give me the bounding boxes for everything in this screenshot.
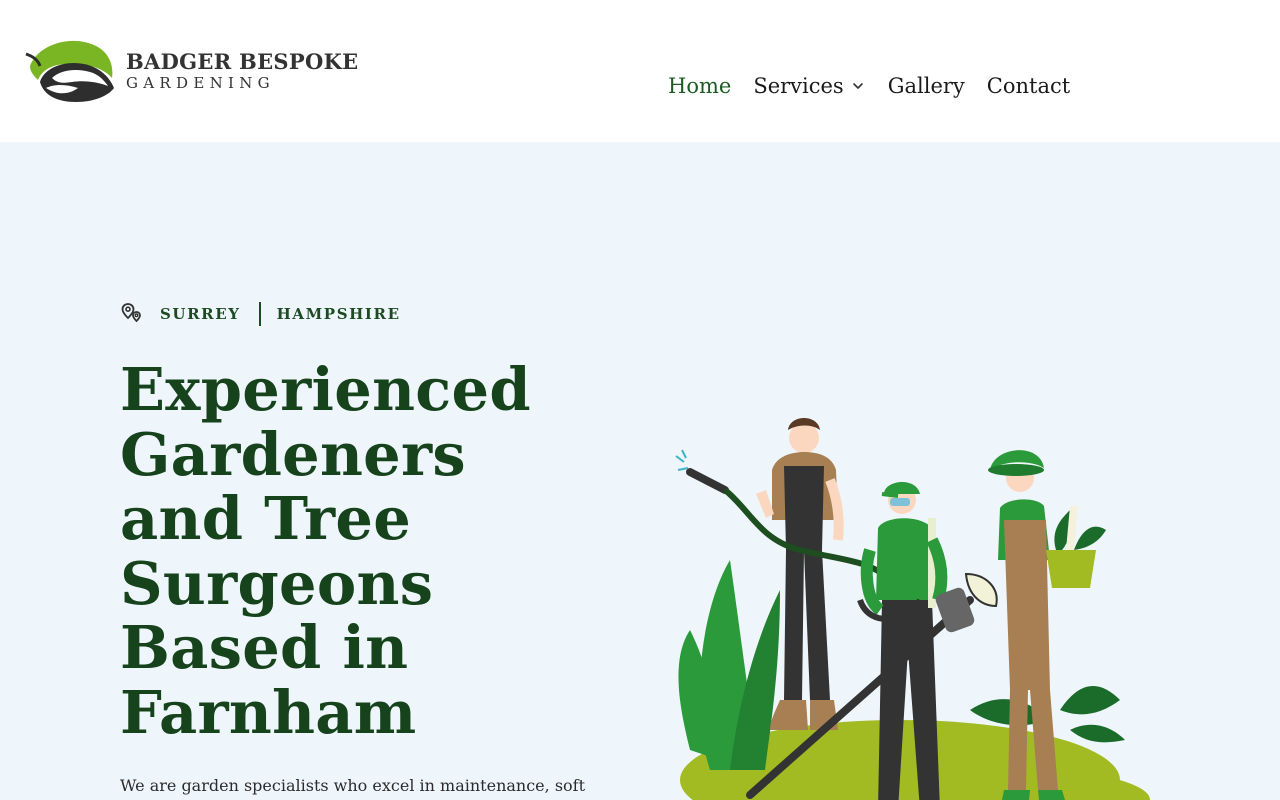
gardeners-illustration [675, 418, 1150, 800]
headline-line-3: and Tree [120, 484, 412, 553]
brand-name: BADGER BESPOKE [126, 49, 359, 74]
chevron-down-icon [852, 83, 863, 89]
hero-headline: Experienced Gardeners and Tree Surgeons … [120, 355, 640, 747]
hero-intro: We are garden specialists who excel in m… [120, 776, 586, 795]
location-surrey: SURREY [160, 305, 241, 323]
nav-gallery-label: Gallery [887, 74, 965, 98]
service-locations: SURREY HAMPSHIRE [120, 300, 401, 328]
site-logo[interactable]: BADGER BESPOKE GARDENING [24, 38, 358, 108]
nav-services[interactable]: Services [753, 74, 865, 98]
headline-line-1: Experienced [120, 355, 531, 424]
nav-gallery[interactable]: Gallery [888, 74, 965, 98]
brand-tagline: GARDENING [126, 74, 275, 92]
headline-line-6: Farnham [120, 677, 417, 747]
location-hampshire: HAMPSHIRE [276, 305, 401, 323]
nav-home-label: Home [668, 74, 732, 98]
main-nav: Home Services Gallery Contact [668, 72, 1092, 100]
nav-services-label: Services [753, 74, 844, 98]
location-divider [258, 302, 261, 326]
headline-line-4: Surgeons [120, 548, 434, 618]
nav-home[interactable]: Home [668, 74, 731, 98]
nav-contact[interactable]: Contact [987, 74, 1070, 98]
location-pins-icon [121, 303, 141, 323]
headline-line-2: Gardeners [120, 419, 466, 489]
headline-line-5: Based in [120, 613, 409, 682]
nav-contact-label: Contact [986, 74, 1071, 98]
badger-logo-icon [25, 40, 114, 102]
hero-section: SURREY HAMPSHIRE Experienced Gardeners a… [0, 142, 1280, 800]
site-header: BADGER BESPOKE GARDENING Home Services G… [0, 0, 1280, 142]
